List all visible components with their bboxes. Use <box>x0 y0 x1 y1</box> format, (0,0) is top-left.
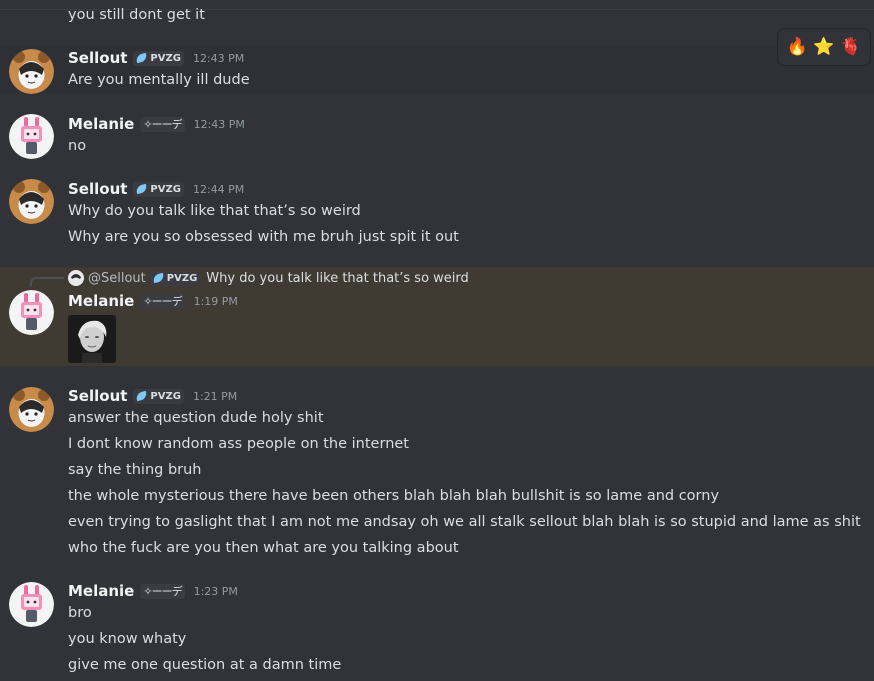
server-tag-label: PVZG <box>150 52 181 64</box>
username[interactable]: Sellout <box>68 49 127 67</box>
star-reaction-icon[interactable]: ⭐ <box>813 37 834 57</box>
message-header: Melanie ✧ーーデ 1:23 PM <box>68 581 238 601</box>
message-line: you know whaty <box>68 631 187 647</box>
username[interactable]: Melanie <box>68 292 134 310</box>
fire-reaction-icon[interactable]: 🔥 <box>787 37 808 57</box>
message-line: bro <box>68 605 92 621</box>
username[interactable]: Melanie <box>68 582 134 600</box>
reply-server-tag-label: PVZG <box>166 272 198 284</box>
message-line: you still dont get it <box>68 7 205 23</box>
timestamp: 12:44 PM <box>192 182 245 196</box>
timestamp: 1:23 PM <box>193 584 238 598</box>
reply-text: Why do you talk like that that’s so weir… <box>206 270 469 286</box>
message-header: Melanie ✧ーーデ 1:19 PM <box>68 291 238 311</box>
reply-avatar <box>68 270 84 286</box>
reply-username[interactable]: @Sellout <box>88 271 146 286</box>
reply-server-tag: PVZG <box>149 270 201 286</box>
username[interactable]: Sellout <box>68 387 127 405</box>
username[interactable]: Sellout <box>68 180 127 198</box>
reply-spine <box>30 277 64 286</box>
timestamp: 1:19 PM <box>193 294 238 308</box>
server-tag[interactable]: ✧ーーデ <box>140 293 185 309</box>
leaf-icon <box>135 183 149 195</box>
image-attachment[interactable] <box>68 315 116 363</box>
message-line: the whole mysterious there have been oth… <box>68 488 720 504</box>
reply-reference[interactable]: @Sellout PVZG Why do you talk like that … <box>68 269 469 287</box>
message-sellout-1[interactable]: Sellout PVZG 12:43 PM Are you mentally i… <box>0 46 874 94</box>
timestamp: 1:21 PM <box>192 389 238 403</box>
server-tag-label: PVZG <box>150 183 181 195</box>
avatar-sellout[interactable] <box>9 179 54 224</box>
avatar-melanie[interactable] <box>9 582 54 627</box>
message-line: Why do you talk like that that’s so weir… <box>68 203 361 219</box>
server-tag[interactable]: PVZG <box>133 388 184 404</box>
avatar-melanie[interactable] <box>9 114 54 159</box>
message-line: Are you mentally ill dude <box>68 72 250 88</box>
message-line: even trying to gaslight that I am not me… <box>68 514 861 530</box>
leaf-icon <box>135 52 149 64</box>
message-line: no <box>68 138 87 154</box>
message-line: I dont know random ass people on the int… <box>68 436 409 452</box>
avatar-melanie[interactable] <box>9 290 54 335</box>
message-header: Melanie ✧ーーデ 12:43 PM <box>68 114 245 134</box>
message-melanie-reply[interactable]: @Sellout PVZG Why do you talk like that … <box>0 267 874 366</box>
server-tag[interactable]: ✧ーーデ <box>140 116 185 132</box>
server-tag[interactable]: ✧ーーデ <box>140 583 185 599</box>
timestamp: 12:43 PM <box>192 51 245 65</box>
message-sellout-2[interactable]: Sellout PVZG 12:44 PM Why do you talk li… <box>0 177 874 253</box>
server-tag[interactable]: PVZG <box>133 181 184 197</box>
leaf-icon <box>135 390 149 402</box>
message-header: Sellout PVZG 12:43 PM <box>68 48 244 68</box>
timestamp: 12:43 PM <box>193 117 245 131</box>
message-line: who the fuck are you then what are you t… <box>68 540 459 556</box>
server-tag-label: PVZG <box>150 390 181 402</box>
message-line: Why are you so obsessed with me bruh jus… <box>68 229 459 245</box>
username[interactable]: Melanie <box>68 115 134 133</box>
server-tag[interactable]: PVZG <box>133 50 184 66</box>
message-melanie-1[interactable]: Melanie ✧ーーデ 12:43 PM no <box>0 112 874 162</box>
message-melanie-2[interactable]: Melanie ✧ーーデ 1:23 PM bro you know whaty … <box>0 580 874 681</box>
avatar-sellout[interactable] <box>9 49 54 94</box>
reaction-bar: 🔥 ⭐ 🫀 <box>777 28 871 66</box>
heart-reaction-icon[interactable]: 🫀 <box>840 37 861 57</box>
message-sellout-3[interactable]: Sellout PVZG 1:21 PM answer the question… <box>0 385 874 565</box>
avatar-sellout[interactable] <box>9 387 54 432</box>
message-line: give me one question at a damn time <box>68 657 342 673</box>
leaf-icon <box>151 272 165 284</box>
message-header: Sellout PVZG 12:44 PM <box>68 179 244 199</box>
message-header: Sellout PVZG 1:21 PM <box>68 386 237 406</box>
message-line: answer the question dude holy shit <box>68 410 324 426</box>
message-line: say the thing bruh <box>68 462 202 478</box>
